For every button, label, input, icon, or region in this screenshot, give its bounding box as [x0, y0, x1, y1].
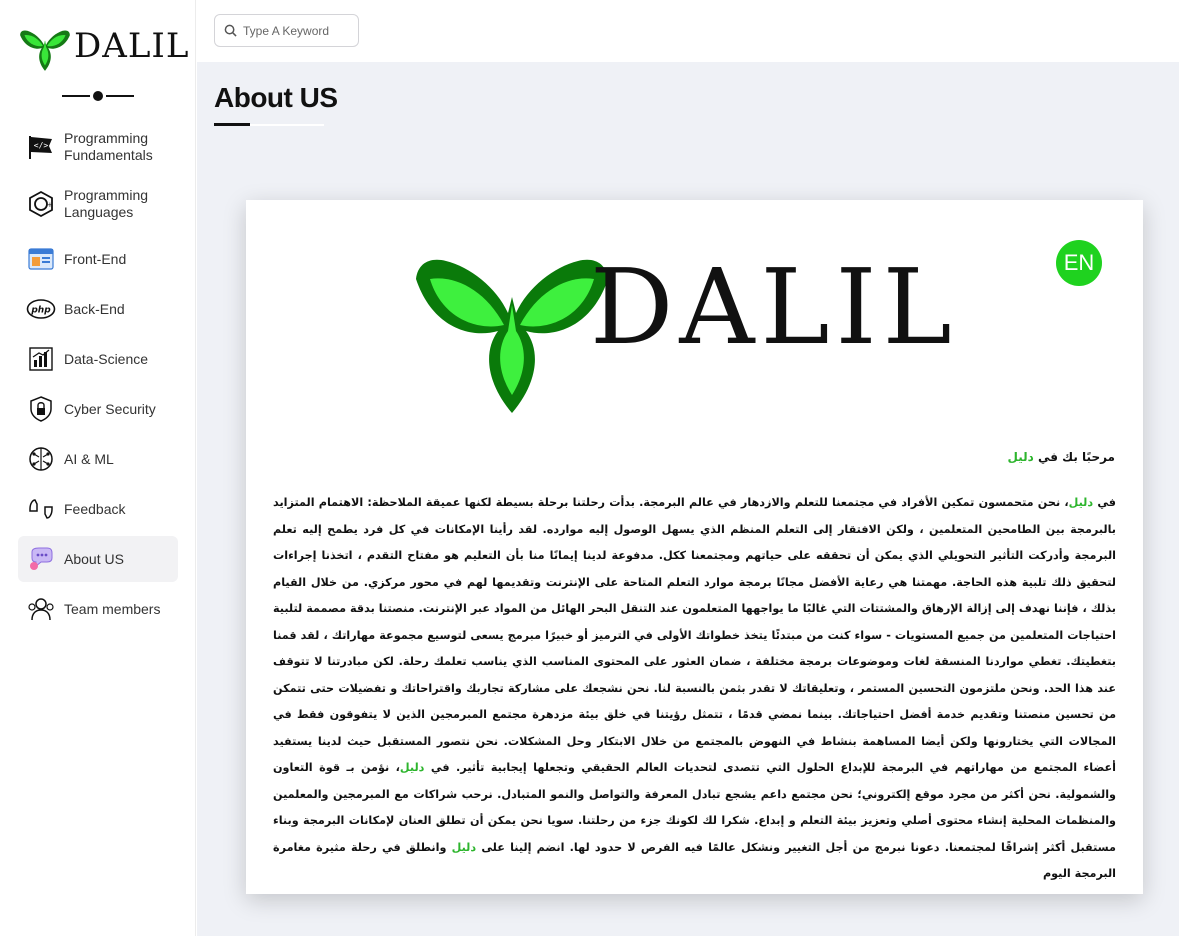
brain-circuit-icon — [26, 444, 56, 474]
chat-bubbles-icon — [26, 544, 56, 574]
about-paragraph: في دليل، نحن متحمسون تمكين الأفراد في مج… — [273, 490, 1116, 888]
sidebar-item-label: Feedback — [64, 500, 126, 517]
sidebar-item-front-end[interactable]: Front-End — [18, 236, 178, 282]
search-icon — [224, 24, 237, 37]
sidebar-item-label: Data-Science — [64, 350, 149, 367]
data-chart-icon — [26, 344, 56, 374]
team-icon — [26, 594, 56, 624]
brand-name: DALIL — [74, 26, 190, 66]
greeting-prefix: مرحبًا بك في — [1033, 450, 1115, 464]
dalil-logo: DALIL — [412, 235, 982, 415]
brand-highlight: دليل — [1007, 450, 1034, 464]
c-plus-plus-icon: + — [26, 189, 56, 219]
brand-highlight: دليل — [1068, 496, 1094, 509]
brand-divider — [62, 90, 134, 102]
sidebar-item-team-members[interactable]: Team members — [18, 586, 178, 632]
logo-text: DALIL — [590, 246, 958, 368]
sidebar-item-data-science[interactable]: Data-Science — [18, 336, 178, 382]
sidebar-item-label: Cyber Security — [64, 400, 156, 417]
shield-lock-icon — [26, 394, 56, 424]
sidebar-item-cyber-security[interactable]: Cyber Security — [18, 386, 178, 432]
sidebar-item-feedback[interactable]: Feedback — [18, 486, 178, 532]
about-card: DALIL EN مرحبًا بك في دليل في دليل، نحن … — [246, 200, 1143, 894]
sidebar-item-programming-fundamentals[interactable]: </> Programming Fundamentals — [18, 122, 178, 172]
svg-text:</>: </> — [34, 141, 49, 150]
page-title: About US — [214, 82, 338, 113]
brand-highlight: دليل — [399, 761, 425, 774]
sidebar-item-label: Front-End — [64, 250, 127, 267]
brand-logo[interactable]: DALIL — [18, 18, 188, 74]
code-flag-icon: </> — [26, 132, 56, 162]
sidebar-item-label: AI & ML — [64, 450, 114, 467]
sidebar-item-label: Programming Languages — [64, 187, 149, 220]
trefoil-logo-icon — [416, 259, 608, 413]
search-input[interactable] — [243, 23, 347, 38]
language-toggle-button[interactable]: EN — [1056, 240, 1102, 286]
paragraph-segment: في — [1093, 496, 1116, 509]
sidebar: DALIL </> Programming Fundamentals + Pro… — [0, 0, 196, 936]
feedback-hands-icon — [26, 494, 56, 524]
title-underline — [214, 123, 324, 126]
trefoil-logo-icon — [20, 30, 70, 71]
sidebar-nav: </> Programming Fundamentals + Programmi… — [18, 122, 178, 636]
sidebar-item-ai-ml[interactable]: AI & ML — [18, 436, 178, 482]
search-box[interactable] — [214, 14, 359, 47]
sidebar-item-label: About US — [64, 550, 124, 567]
top-bar — [197, 0, 1179, 62]
svg-text:+: + — [47, 201, 53, 209]
svg-text:php: php — [30, 306, 51, 316]
sidebar-item-label: Programming Fundamentals — [64, 130, 153, 163]
php-icon: php — [26, 294, 56, 324]
sidebar-item-label: Team members — [64, 600, 161, 617]
paragraph-segment: ، نحن متحمسون تمكين الأفراد في مجتمعنا ل… — [273, 496, 1116, 774]
sidebar-item-label: Back-End — [64, 300, 125, 317]
brand-highlight: دليل — [451, 840, 477, 854]
main-content: About US DALIL EN مرحبًا بك في دليل في د… — [197, 62, 1179, 936]
greeting-text: مرحبًا بك في دليل — [1008, 450, 1115, 464]
browser-window-icon — [26, 244, 56, 274]
sidebar-item-back-end[interactable]: php Back-End — [18, 286, 178, 332]
sidebar-item-about-us[interactable]: About US — [18, 536, 178, 582]
sidebar-item-programming-languages[interactable]: + Programming Languages — [18, 179, 178, 229]
